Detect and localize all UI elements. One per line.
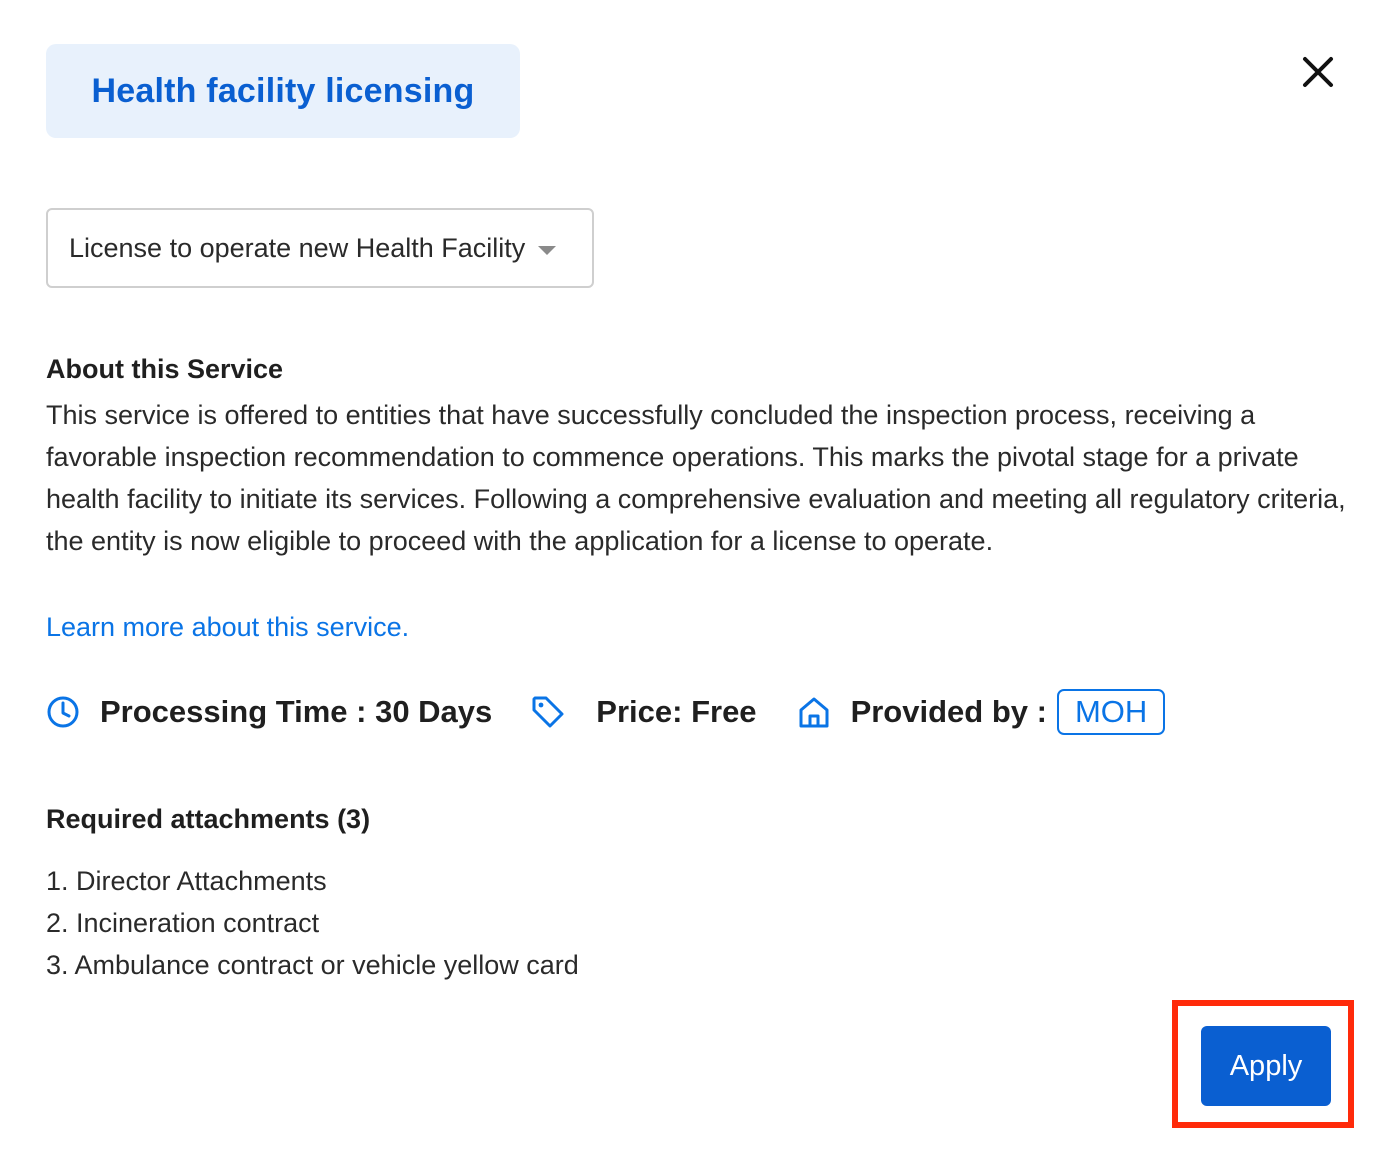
- price-label: Price: Free: [596, 694, 757, 729]
- provider-label: Provided by :: [850, 694, 1047, 729]
- close-button[interactable]: [1294, 48, 1342, 96]
- learn-more-link[interactable]: Learn more about this service.: [46, 612, 409, 643]
- service-type-selected: License to operate new Health Facility: [69, 232, 526, 263]
- service-details-dialog: Health facility licensing License to ope…: [0, 0, 1388, 1158]
- processing-time: Processing Time : 30 Days: [46, 694, 492, 730]
- attachment-item: 1. Director Attachments: [46, 866, 327, 896]
- category-label: Health facility licensing: [91, 71, 475, 110]
- category-chip: Health facility licensing: [46, 44, 520, 138]
- apply-button[interactable]: Apply: [1201, 1026, 1331, 1106]
- about-description: This service is offered to entities that…: [46, 400, 1346, 556]
- attachment-item: 2. Incineration contract: [46, 908, 320, 938]
- service-type-dropdown[interactable]: License to operate new Health Facility: [46, 208, 594, 288]
- processing-time-label: Processing Time : 30 Days: [100, 694, 493, 729]
- provider: Provided by : MOH: [797, 689, 1166, 735]
- close-icon: [1303, 57, 1333, 87]
- service-meta-row: Processing Time : 30 Days Price: Free Pr…: [46, 688, 1166, 736]
- attachment-item: 3. Ambulance contract or vehicle yellow …: [46, 950, 579, 980]
- provider-badge[interactable]: MOH: [1056, 689, 1166, 735]
- caret-down-icon: [538, 245, 557, 255]
- tag-icon: [532, 696, 564, 728]
- home-icon: [799, 697, 829, 728]
- attachments-list: 1. Director Attachments 2. Incineration …: [46, 860, 579, 986]
- price: Price: Free: [530, 694, 757, 730]
- attachments-title: Required attachments (3): [46, 804, 371, 834]
- clock-icon: [47, 696, 79, 728]
- about-title: About this Service: [46, 354, 284, 384]
